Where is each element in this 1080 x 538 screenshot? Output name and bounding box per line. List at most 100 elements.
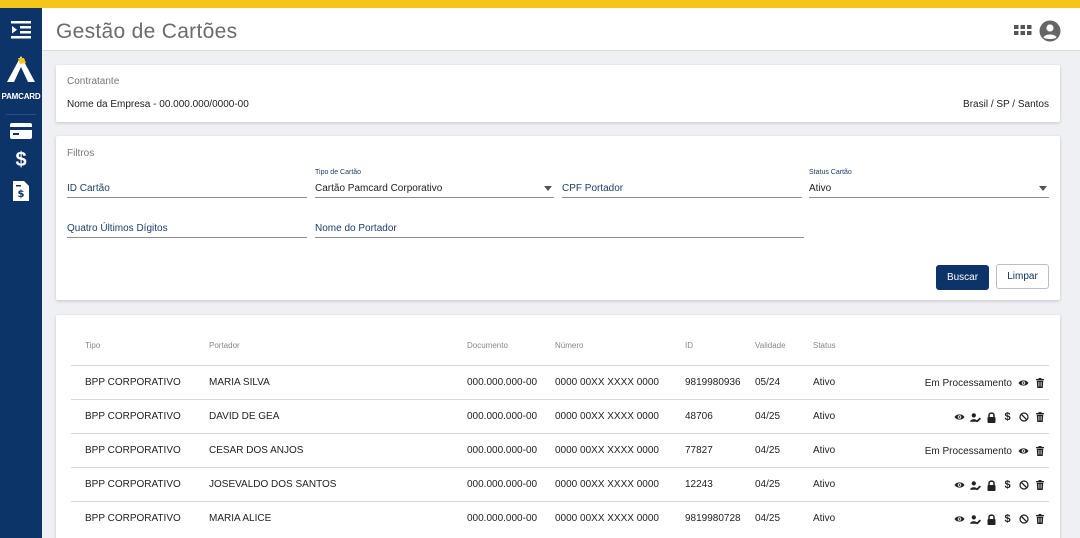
page-title: Gestão de Cartões xyxy=(56,20,238,43)
id-cartao-placeholder: ID Cartão xyxy=(67,183,110,194)
buscar-button[interactable]: Buscar xyxy=(936,265,989,290)
nome-portador-input[interactable]: Nome do Portador xyxy=(315,218,804,238)
eye-icon[interactable] xyxy=(954,513,965,525)
eye-icon[interactable] xyxy=(954,411,965,423)
table-row[interactable]: BPP CORPORATIVO JOSEVALDO DOS SANTOS 000… xyxy=(71,467,1049,501)
header-tipo: Tipo xyxy=(85,341,101,350)
nome-portador-placeholder: Nome do Portador xyxy=(315,223,397,234)
lock-icon[interactable] xyxy=(986,411,997,423)
row-actions: $ xyxy=(954,409,1045,425)
logo-text: PAMCARD xyxy=(1,92,41,101)
dollar-icon[interactable]: $ xyxy=(1002,411,1013,423)
header-documento: Documento xyxy=(467,341,508,350)
svg-text:$: $ xyxy=(18,189,25,200)
filters-card: Filtros ID Cartão Tipo de Cartão Cartão … xyxy=(56,136,1060,300)
credit-card-icon[interactable] xyxy=(0,122,42,140)
cell-status: Ativo xyxy=(813,445,836,456)
cell-portador: MARIA ALICE xyxy=(209,513,272,524)
cell-numero: 0000 00XX XXXX 0000 xyxy=(555,377,659,388)
company-location: Brasil / SP / Santos xyxy=(963,99,1049,110)
cell-tipo: BPP CORPORATIVO xyxy=(85,479,181,490)
cell-validade: 04/25 xyxy=(755,411,781,422)
cell-status: Ativo xyxy=(813,513,836,524)
block-icon[interactable] xyxy=(1018,479,1029,491)
table-row[interactable]: BPP CORPORATIVO DAVID DE GEA 000.000.000… xyxy=(71,399,1049,433)
user-edit-icon[interactable] xyxy=(970,411,981,423)
cell-status: Ativo xyxy=(813,479,836,490)
cell-tipo: BPP CORPORATIVO xyxy=(85,377,181,388)
trash-icon[interactable] xyxy=(1034,513,1045,525)
cell-id: 12243 xyxy=(685,479,713,490)
cell-documento: 000.000.000-00 xyxy=(467,445,538,456)
chevron-down-icon xyxy=(544,186,552,191)
trash-icon[interactable] xyxy=(1034,445,1045,457)
eye-icon[interactable] xyxy=(954,479,965,491)
table-row[interactable]: BPP CORPORATIVO MARIA SILVA 000.000.000-… xyxy=(71,365,1049,399)
dollar-icon[interactable]: $ xyxy=(0,149,42,171)
cell-tipo: BPP CORPORATIVO xyxy=(85,445,181,456)
invoice-icon[interactable]: $ xyxy=(0,180,42,202)
row-actions: Em Processamento xyxy=(925,375,1045,391)
table-row[interactable]: BPP CORPORATIVO MARIA ALICE 000.000.000-… xyxy=(71,501,1049,535)
dollar-icon[interactable]: $ xyxy=(1002,513,1013,525)
header: Gestão de Cartões xyxy=(42,8,1080,51)
cell-portador: JOSEVALDO DOS SANTOS xyxy=(209,479,337,490)
cell-status: Ativo xyxy=(813,411,836,422)
sidebar: PAMCARD $ $ xyxy=(0,8,42,538)
cell-id: 77827 xyxy=(685,445,713,456)
lock-icon[interactable] xyxy=(986,479,997,491)
apps-grid-icon[interactable] xyxy=(1014,25,1032,44)
cell-numero: 0000 00XX XXXX 0000 xyxy=(555,445,659,456)
header-portador: Portador xyxy=(209,341,240,350)
row-actions: Em Processamento xyxy=(925,443,1045,459)
status-cartao-select[interactable]: Status Cartão Ativo xyxy=(809,169,1049,198)
cell-validade: 04/25 xyxy=(755,445,781,456)
cell-validade: 04/25 xyxy=(755,513,781,524)
id-cartao-input[interactable]: ID Cartão xyxy=(67,178,307,198)
trash-icon[interactable] xyxy=(1034,479,1045,491)
cell-id: 9819980936 xyxy=(685,377,741,388)
cell-id: 9819980728 xyxy=(685,513,741,524)
table-row[interactable]: BPP CORPORATIVO CESAR DOS ANJOS 000.000.… xyxy=(71,433,1049,467)
lock-icon[interactable] xyxy=(986,513,997,525)
cell-validade: 05/24 xyxy=(755,377,781,388)
header-status: Status xyxy=(813,341,836,350)
quatro-digitos-input[interactable]: Quatro Últimos Dígitos xyxy=(67,218,307,238)
cards-table: Tipo Portador Documento Número ID Valida… xyxy=(56,315,1060,538)
user-account-icon[interactable] xyxy=(1039,20,1061,47)
header-validade: Validade xyxy=(755,341,786,350)
filters-label: Filtros xyxy=(67,148,95,159)
eye-icon[interactable] xyxy=(1018,377,1029,389)
trash-icon[interactable] xyxy=(1034,377,1045,389)
cell-tipo: BPP CORPORATIVO xyxy=(85,411,181,422)
row-actions: $ xyxy=(954,477,1045,493)
block-icon[interactable] xyxy=(1018,513,1029,525)
cpf-portador-placeholder: CPF Portador xyxy=(562,183,624,194)
cell-tipo: BPP CORPORATIVO xyxy=(85,513,181,524)
cell-numero: 0000 00XX XXXX 0000 xyxy=(555,411,659,422)
cell-numero: 0000 00XX XXXX 0000 xyxy=(555,513,659,524)
eye-icon[interactable] xyxy=(1018,445,1029,457)
quatro-digitos-placeholder: Quatro Últimos Dígitos xyxy=(67,223,168,234)
header-id: ID xyxy=(685,341,693,350)
company-name: Nome da Empresa - 00.000.000/0000-00 xyxy=(67,99,249,110)
dollar-icon[interactable]: $ xyxy=(1002,479,1013,491)
processing-status: Em Processamento xyxy=(924,445,1012,457)
user-edit-icon[interactable] xyxy=(970,479,981,491)
cell-documento: 000.000.000-00 xyxy=(467,377,538,388)
trash-icon[interactable] xyxy=(1034,411,1045,423)
menu-collapse-icon[interactable] xyxy=(0,20,42,40)
limpar-button[interactable]: Limpar xyxy=(996,264,1049,289)
tipo-cartao-select[interactable]: Tipo de Cartão Cartão Pamcard Corporativ… xyxy=(315,169,554,198)
cell-portador: CESAR DOS ANJOS xyxy=(209,445,304,456)
cpf-portador-input[interactable]: CPF Portador xyxy=(562,178,802,198)
cell-numero: 0000 00XX XXXX 0000 xyxy=(555,479,659,490)
row-actions: $ xyxy=(954,511,1045,527)
status-cartao-value: Ativo xyxy=(809,183,832,194)
tipo-cartao-label: Tipo de Cartão xyxy=(315,169,362,176)
contratante-card: Contratante Nome da Empresa - 00.000.000… xyxy=(56,65,1060,122)
contratante-label: Contratante xyxy=(67,76,120,87)
block-icon[interactable] xyxy=(1018,411,1029,423)
user-edit-icon[interactable] xyxy=(970,513,981,525)
pamcard-logo[interactable] xyxy=(0,54,42,84)
